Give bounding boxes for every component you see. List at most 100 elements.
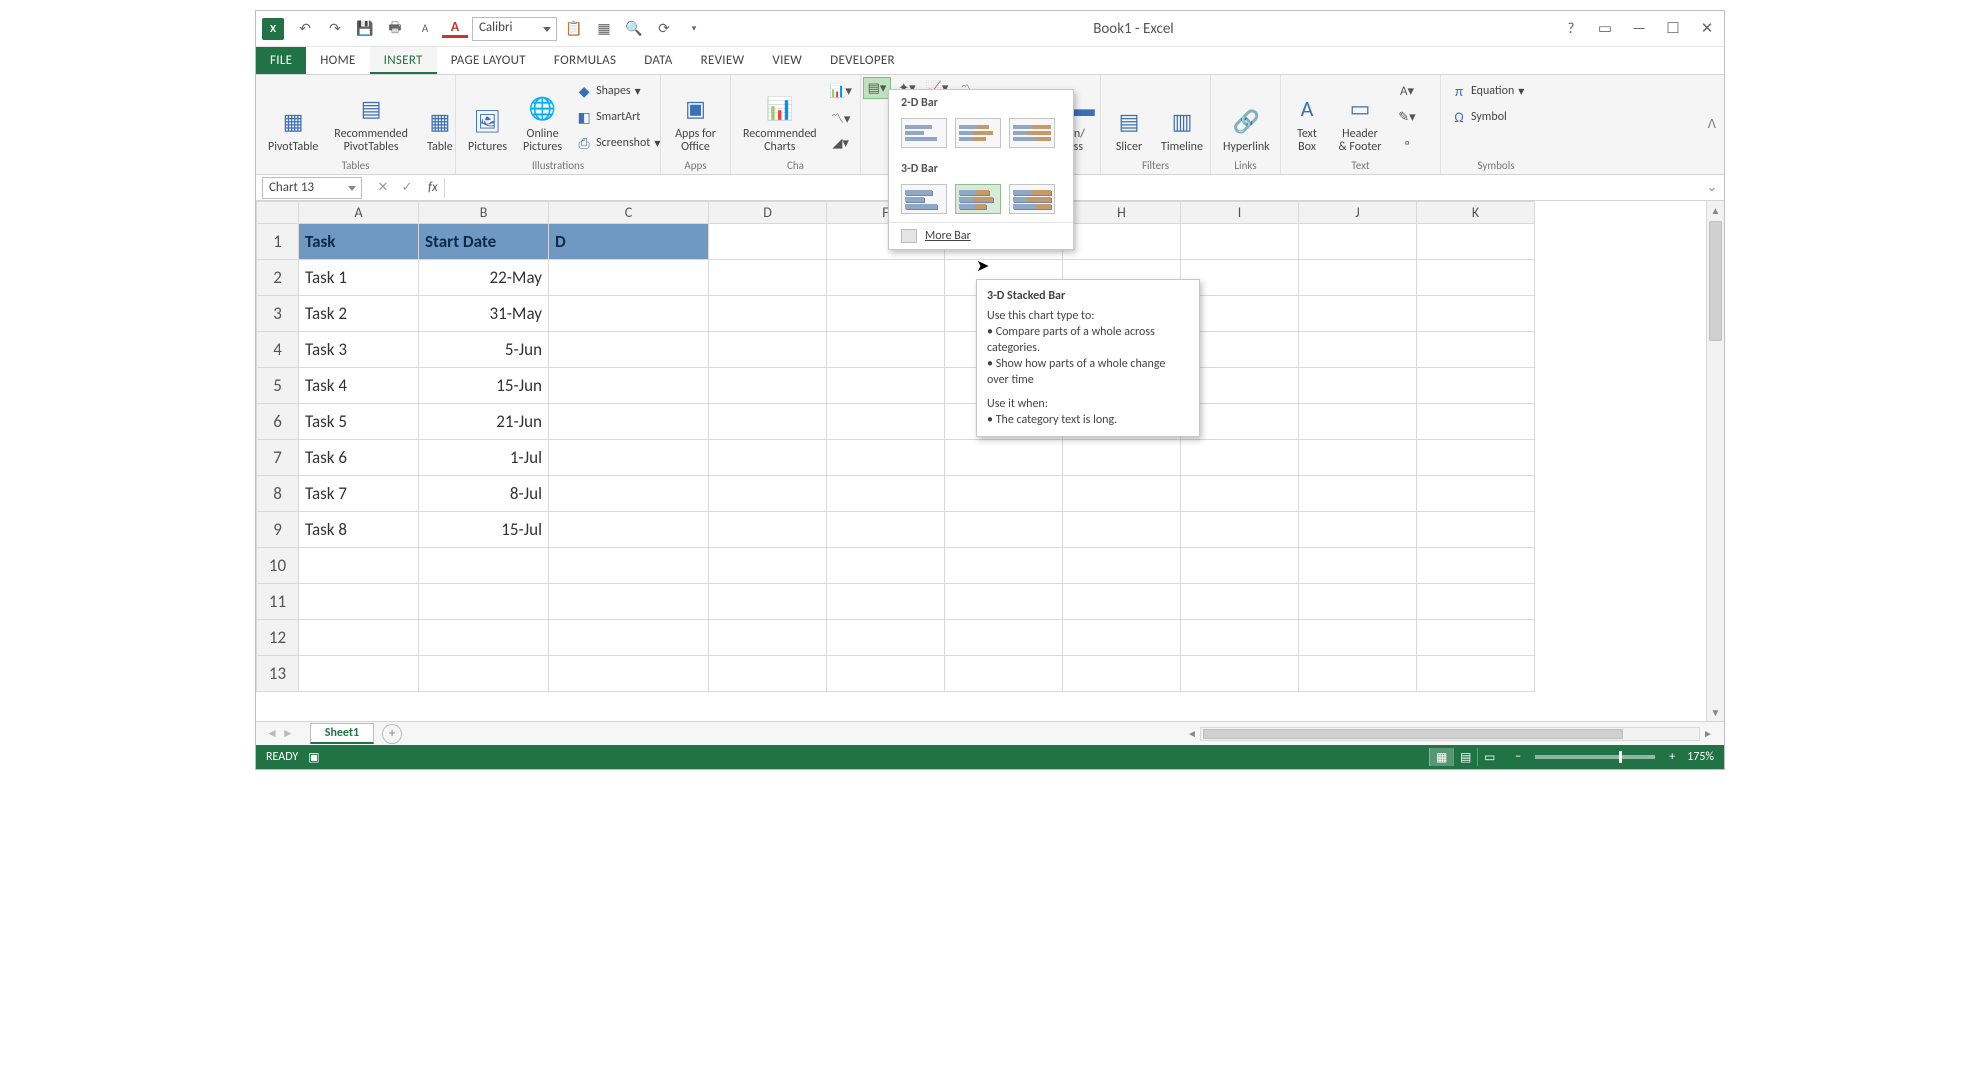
sheet-tab-sheet1[interactable]: Sheet1	[310, 723, 374, 744]
recommended-charts-button[interactable]: 📊Recommended Charts	[737, 78, 823, 156]
cell[interactable]	[827, 260, 945, 296]
bar-chart-button[interactable]: ▤▾	[863, 77, 891, 99]
cell[interactable]	[1417, 260, 1535, 296]
font-color-button[interactable]: A	[442, 20, 468, 38]
3d-stacked-bar-option[interactable]	[955, 184, 1001, 214]
row-header[interactable]: 12	[257, 620, 299, 656]
font-name-selector[interactable]: Calibri	[472, 17, 557, 41]
hscroll-right-button[interactable]: ►	[1700, 727, 1716, 740]
row-header[interactable]: 7	[257, 440, 299, 476]
cell[interactable]	[549, 584, 709, 620]
enter-formula-button[interactable]: ✓	[398, 180, 416, 195]
cell[interactable]	[709, 548, 827, 584]
cell[interactable]	[1299, 404, 1417, 440]
cell[interactable]: 1-Jul	[419, 440, 549, 476]
hscroll-thumb[interactable]	[1203, 729, 1623, 739]
area-chart-button[interactable]: ◢▾	[827, 132, 855, 154]
cell[interactable]	[827, 368, 945, 404]
cell[interactable]	[1299, 296, 1417, 332]
cell[interactable]	[709, 224, 827, 260]
tab-file[interactable]: FILE	[256, 47, 306, 74]
horizontal-scrollbar[interactable]: ◄ ►	[1184, 727, 1724, 741]
textbox-button[interactable]: AText Box	[1287, 78, 1327, 156]
scroll-up-button[interactable]: ▲	[1707, 201, 1724, 219]
scroll-thumb[interactable]	[1709, 221, 1722, 341]
timeline-button[interactable]: ▥Timeline	[1155, 78, 1209, 156]
cell[interactable]	[1063, 620, 1181, 656]
name-box[interactable]: Chart 13	[262, 177, 362, 199]
cell[interactable]	[1063, 548, 1181, 584]
cell[interactable]	[827, 584, 945, 620]
cell[interactable]	[945, 476, 1063, 512]
clipboard-button[interactable]: 📋	[561, 17, 587, 41]
save-button[interactable]: 💾	[352, 17, 378, 41]
cell[interactable]: 15-Jun	[419, 368, 549, 404]
cell[interactable]	[827, 440, 945, 476]
row-header[interactable]: 2	[257, 260, 299, 296]
online-pictures-button[interactable]: 🌐Online Pictures	[517, 78, 568, 156]
line-chart-button[interactable]: 〽▾	[827, 106, 855, 128]
cell[interactable]	[1063, 584, 1181, 620]
cell[interactable]: Task 3	[299, 332, 419, 368]
cell[interactable]	[827, 548, 945, 584]
collapse-ribbon-button[interactable]: ᐱ	[1708, 117, 1724, 132]
col-header-h[interactable]: H	[1063, 202, 1181, 224]
cell[interactable]	[549, 368, 709, 404]
tab-view[interactable]: VIEW	[758, 47, 816, 74]
cell[interactable]	[549, 260, 709, 296]
tab-data[interactable]: DATA	[630, 47, 686, 74]
row-header[interactable]: 5	[257, 368, 299, 404]
row-header[interactable]: 3	[257, 296, 299, 332]
row-header[interactable]: 11	[257, 584, 299, 620]
normal-view-button[interactable]: ▦	[1429, 748, 1453, 766]
col-header-d[interactable]: D	[709, 202, 827, 224]
cell[interactable]	[1299, 476, 1417, 512]
cell[interactable]	[1181, 512, 1299, 548]
cell[interactable]	[1181, 476, 1299, 512]
cell[interactable]	[1417, 548, 1535, 584]
cell[interactable]	[945, 656, 1063, 692]
recommended-pivottables-button[interactable]: ▤Recommended PivotTables	[328, 78, 414, 156]
cell[interactable]	[1417, 656, 1535, 692]
row-header[interactable]: 1	[257, 224, 299, 260]
cell[interactable]	[1063, 224, 1181, 260]
cell[interactable]	[1299, 656, 1417, 692]
col-header-b[interactable]: B	[419, 202, 549, 224]
col-header-j[interactable]: J	[1299, 202, 1417, 224]
cell[interactable]	[549, 548, 709, 584]
cell[interactable]	[1181, 224, 1299, 260]
cell[interactable]: 31-May	[419, 296, 549, 332]
cell[interactable]	[709, 512, 827, 548]
close-button[interactable]: ✕	[1696, 19, 1718, 38]
slicer-button[interactable]: ▤Slicer	[1107, 78, 1151, 156]
cell[interactable]	[827, 620, 945, 656]
more-bar-charts-link[interactable]: More Bar	[889, 222, 1073, 249]
vertical-scrollbar[interactable]: ▲ ▼	[1706, 201, 1724, 721]
cell[interactable]	[299, 656, 419, 692]
cell[interactable]	[1063, 476, 1181, 512]
cell[interactable]	[1063, 656, 1181, 692]
refresh-button[interactable]: ⟳	[651, 17, 677, 41]
page-layout-icon[interactable]: ▦	[591, 17, 617, 41]
tab-insert[interactable]: INSERT	[370, 47, 437, 74]
redo-button[interactable]: ↷	[322, 17, 348, 41]
col-header-k[interactable]: K	[1417, 202, 1535, 224]
help-button[interactable]: ?	[1560, 20, 1582, 38]
minimize-button[interactable]: —	[1628, 20, 1650, 38]
cell[interactable]: 22-May	[419, 260, 549, 296]
cell[interactable]	[945, 440, 1063, 476]
cell[interactable]	[827, 656, 945, 692]
add-sheet-button[interactable]: +	[382, 724, 402, 744]
cell[interactable]	[1299, 512, 1417, 548]
cell[interactable]	[709, 440, 827, 476]
cell[interactable]	[1417, 368, 1535, 404]
zoom-slider[interactable]	[1535, 755, 1655, 759]
row-header[interactable]: 8	[257, 476, 299, 512]
cell[interactable]: 5-Jun	[419, 332, 549, 368]
row-header[interactable]: 9	[257, 512, 299, 548]
hscroll-left-button[interactable]: ◄	[1184, 727, 1200, 740]
cell[interactable]	[827, 332, 945, 368]
cell[interactable]	[827, 512, 945, 548]
cell[interactable]	[945, 548, 1063, 584]
col-header-a[interactable]: A	[299, 202, 419, 224]
